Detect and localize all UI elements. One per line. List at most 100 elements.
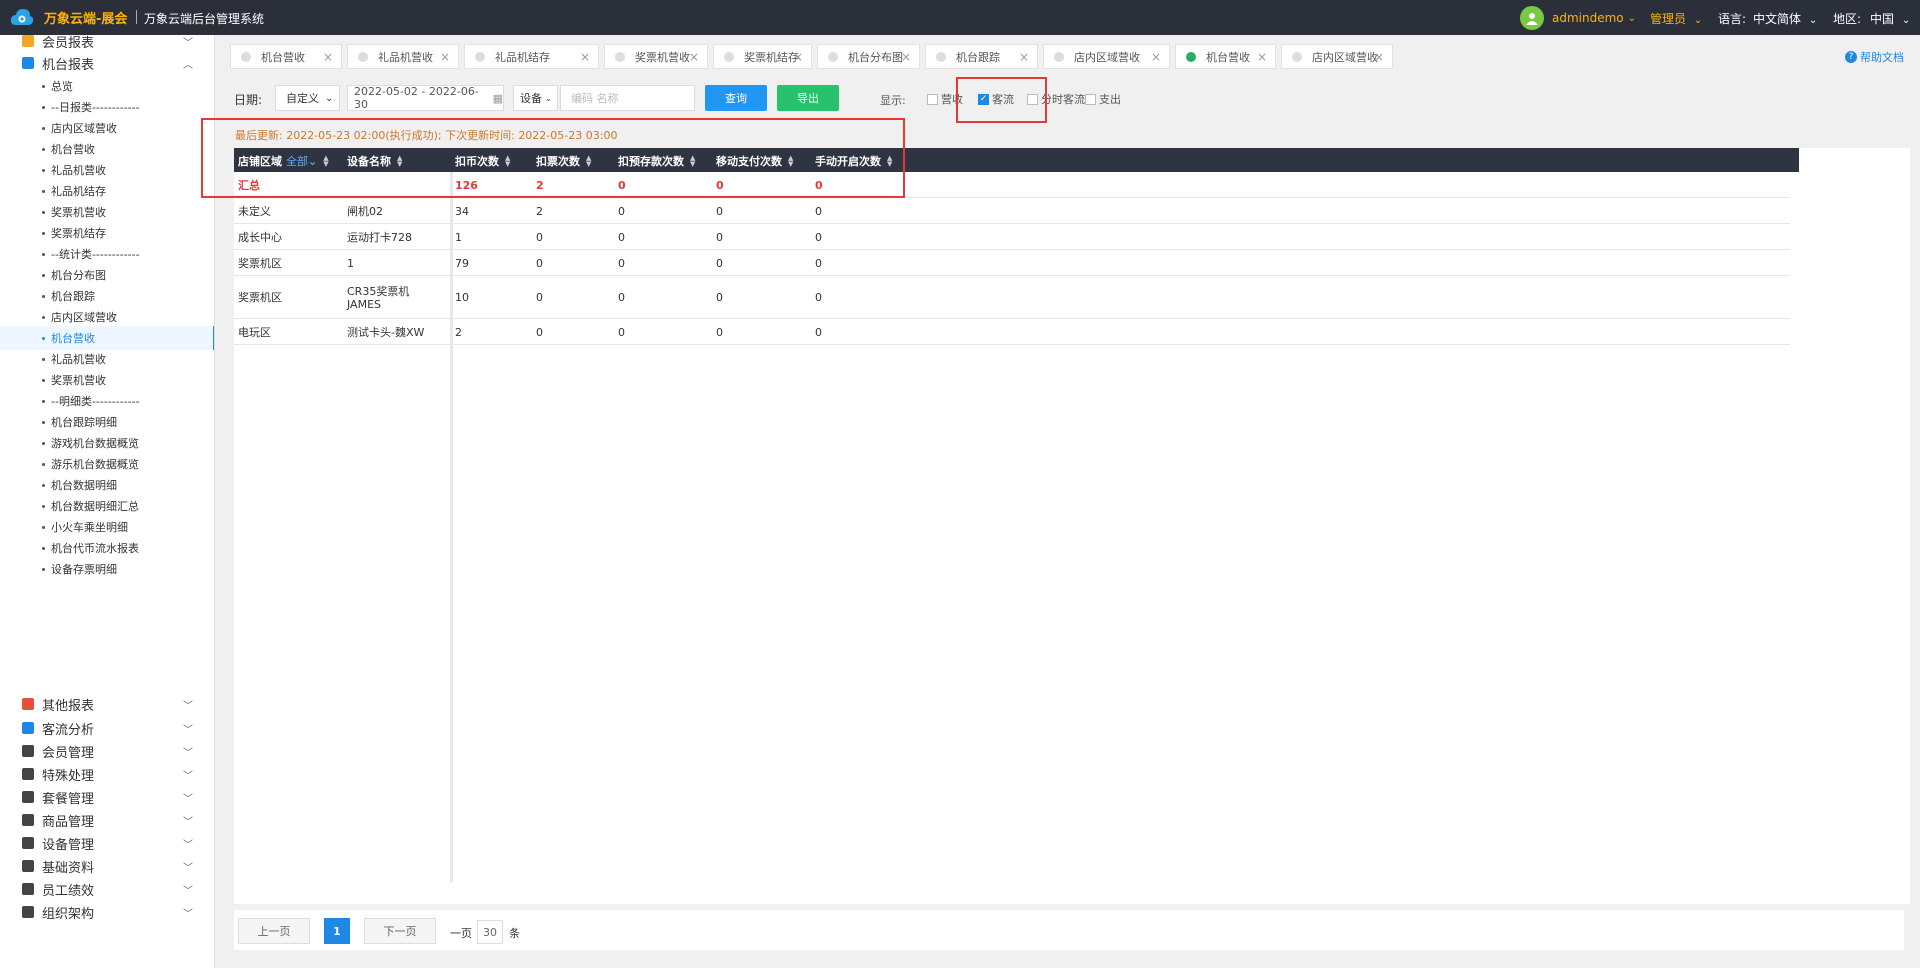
prev-page-button[interactable]: 上一页: [238, 918, 310, 944]
table-row: 未定义 闸机02 34 2 0 0 0: [234, 198, 1790, 224]
close-icon[interactable]: ×: [901, 50, 911, 64]
chevron-up-icon: ︿: [183, 59, 193, 71]
help-link[interactable]: ? 帮助文档: [1845, 49, 1904, 65]
sidebar-subitem-label: 机台数据明细: [51, 479, 117, 492]
sidebar-item-machine-report[interactable]: 机台报表 ︿: [0, 50, 214, 76]
sidebar-item-label: 特殊处理: [42, 768, 95, 784]
table-cell: 34: [455, 204, 469, 218]
table-cell: 0: [716, 291, 723, 304]
tab-item[interactable]: 机台营收 ×: [230, 44, 342, 69]
tab-item[interactable]: 店内区域营收 ×: [1043, 44, 1170, 69]
next-page-button[interactable]: 下一页: [364, 918, 436, 944]
sidebar-subitem-label: 奖票机营收: [51, 374, 106, 387]
product-management-icon: [22, 814, 34, 826]
page-number-current[interactable]: 1: [324, 918, 350, 944]
date-label: 日期:: [234, 93, 263, 107]
close-icon[interactable]: ×: [793, 50, 803, 64]
table-cell: 测试卡头-魏XW: [347, 325, 425, 339]
tab-item[interactable]: 机台跟踪 ×: [925, 44, 1038, 69]
close-icon[interactable]: ×: [323, 50, 333, 64]
bullet-icon: [42, 378, 45, 382]
bullet-icon: [42, 189, 45, 193]
bullet-icon: [42, 336, 45, 340]
tab-item[interactable]: 奖票机营收 ×: [604, 44, 708, 69]
tab-label: 店内区域营收: [1074, 50, 1140, 64]
date-mode-value: 自定义: [286, 92, 319, 105]
tab-status-dot: [358, 51, 368, 62]
sidebar-item-label: 员工绩效: [42, 883, 95, 899]
close-icon[interactable]: ×: [440, 50, 450, 64]
query-button[interactable]: 查询: [705, 85, 767, 111]
brand-name: 万象云端-展会: [44, 12, 128, 27]
tab-item[interactable]: 奖票机结存 ×: [713, 44, 812, 69]
date-range-input[interactable]: 2022-05-02 - 2022-06-30 ▦: [347, 85, 504, 111]
display-option-checkbox[interactable]: 支出: [1085, 91, 1121, 107]
close-icon[interactable]: ×: [1019, 50, 1029, 64]
date-mode-select[interactable]: 自定义 ⌄: [275, 85, 340, 111]
table-cell: 0: [716, 256, 723, 270]
close-icon[interactable]: ×: [1257, 50, 1267, 64]
tab-item[interactable]: 店内区域营收 ×: [1281, 44, 1393, 69]
data-table: 店铺区域 全部 ⌄ ▲ ▼ 设备名称 ▲ ▼ 扣币次数 ▲ ▼ 扣票次数 ▲ ▼ 扣预存款次数 ▲ ▼ 移动支付…: [234, 148, 1910, 914]
sidebar-subitem[interactable]: 设备存票明细: [0, 557, 214, 581]
device-search-input[interactable]: 编码 名称: [560, 85, 695, 111]
tab-label: 奖票机结存: [744, 50, 799, 64]
sidebar-subitem-label: 机台营收: [51, 332, 95, 345]
tab-item[interactable]: 机台营收 ×: [1175, 44, 1276, 69]
sidebar-subitem-label: --日报类------------: [51, 101, 140, 114]
tab-status-dot: [724, 51, 734, 62]
region-label: 地区:: [1833, 12, 1862, 26]
member-report-icon: [22, 35, 34, 47]
bullet-icon: [42, 147, 45, 151]
sidebar-item-org-structure[interactable]: 组织架构 ﹀: [0, 899, 214, 925]
language-label: 语言:: [1718, 12, 1747, 26]
title-divider: [136, 10, 137, 24]
sidebar-item-label: 机台报表: [42, 57, 95, 73]
table-cell: 奖票机区: [238, 291, 282, 304]
bullet-icon: [42, 294, 45, 298]
member-management-icon: [22, 745, 34, 757]
chevron-down-icon: ⌄: [1627, 12, 1637, 24]
chevron-down-icon: ﹀: [183, 816, 193, 828]
tab-label: 机台营收: [261, 50, 305, 64]
export-button[interactable]: 导出: [777, 85, 839, 111]
annotation-box-table: [201, 118, 905, 198]
user-menu[interactable]: admindemo ⌄: [1520, 6, 1636, 30]
table-cell: 1: [455, 230, 462, 244]
region-select[interactable]: 中国 ⌄: [1870, 10, 1910, 27]
tab-item[interactable]: 机台分布图 ×: [817, 44, 920, 69]
close-icon[interactable]: ×: [689, 50, 699, 64]
sidebar: 会员报表 ﹀ 机台报表 ︿ 其他报表 ﹀ 客流分析 ﹀ 会员管理 ﹀ 特殊处理 ﹀ 套餐管理 ﹀ 商品管理 ﹀…: [0, 35, 215, 968]
org-structure-icon: [22, 906, 34, 918]
bullet-icon: [42, 84, 45, 88]
close-icon[interactable]: ×: [580, 50, 590, 64]
close-icon[interactable]: ×: [1374, 50, 1384, 64]
checkbox-icon: [927, 93, 938, 105]
role-menu[interactable]: 管理员 ⌄: [1650, 10, 1702, 27]
tab-label: 礼品机营收: [378, 50, 433, 64]
page-size-unit: 条: [509, 927, 520, 940]
bullet-icon: [42, 210, 45, 214]
chevron-down-icon: ﹀: [183, 37, 193, 49]
chevron-down-icon: ﹀: [183, 885, 193, 897]
bullet-icon: [42, 441, 45, 445]
table-cell: 2: [536, 204, 543, 218]
table-cell: 0: [618, 325, 625, 339]
language-select[interactable]: 中文简体 ⌄: [1753, 10, 1817, 27]
sidebar-item-label: 客流分析: [42, 722, 95, 738]
table-cell: 0: [536, 325, 543, 339]
sidebar-subitem-label: 店内区域营收: [51, 122, 117, 135]
device-type-select[interactable]: 设备 ⌄: [513, 85, 558, 111]
table-cell: 奖票机区: [238, 256, 282, 270]
chevron-down-icon: ﹀: [183, 747, 193, 759]
sidebar-subitem-label: 设备存票明细: [51, 563, 117, 576]
cloud-logo-icon: [10, 9, 34, 25]
close-icon[interactable]: ×: [1151, 50, 1161, 64]
page-size-input[interactable]: 30: [477, 920, 503, 944]
tab-item[interactable]: 礼品机营收 ×: [347, 44, 459, 69]
sidebar-item-other-report[interactable]: 其他报表 ﹀: [0, 691, 214, 717]
tab-item[interactable]: 礼品机结存 ×: [464, 44, 599, 69]
chevron-down-icon: ﹀: [183, 793, 193, 805]
tab-status-dot: [615, 51, 625, 62]
bullet-icon: [42, 525, 45, 529]
